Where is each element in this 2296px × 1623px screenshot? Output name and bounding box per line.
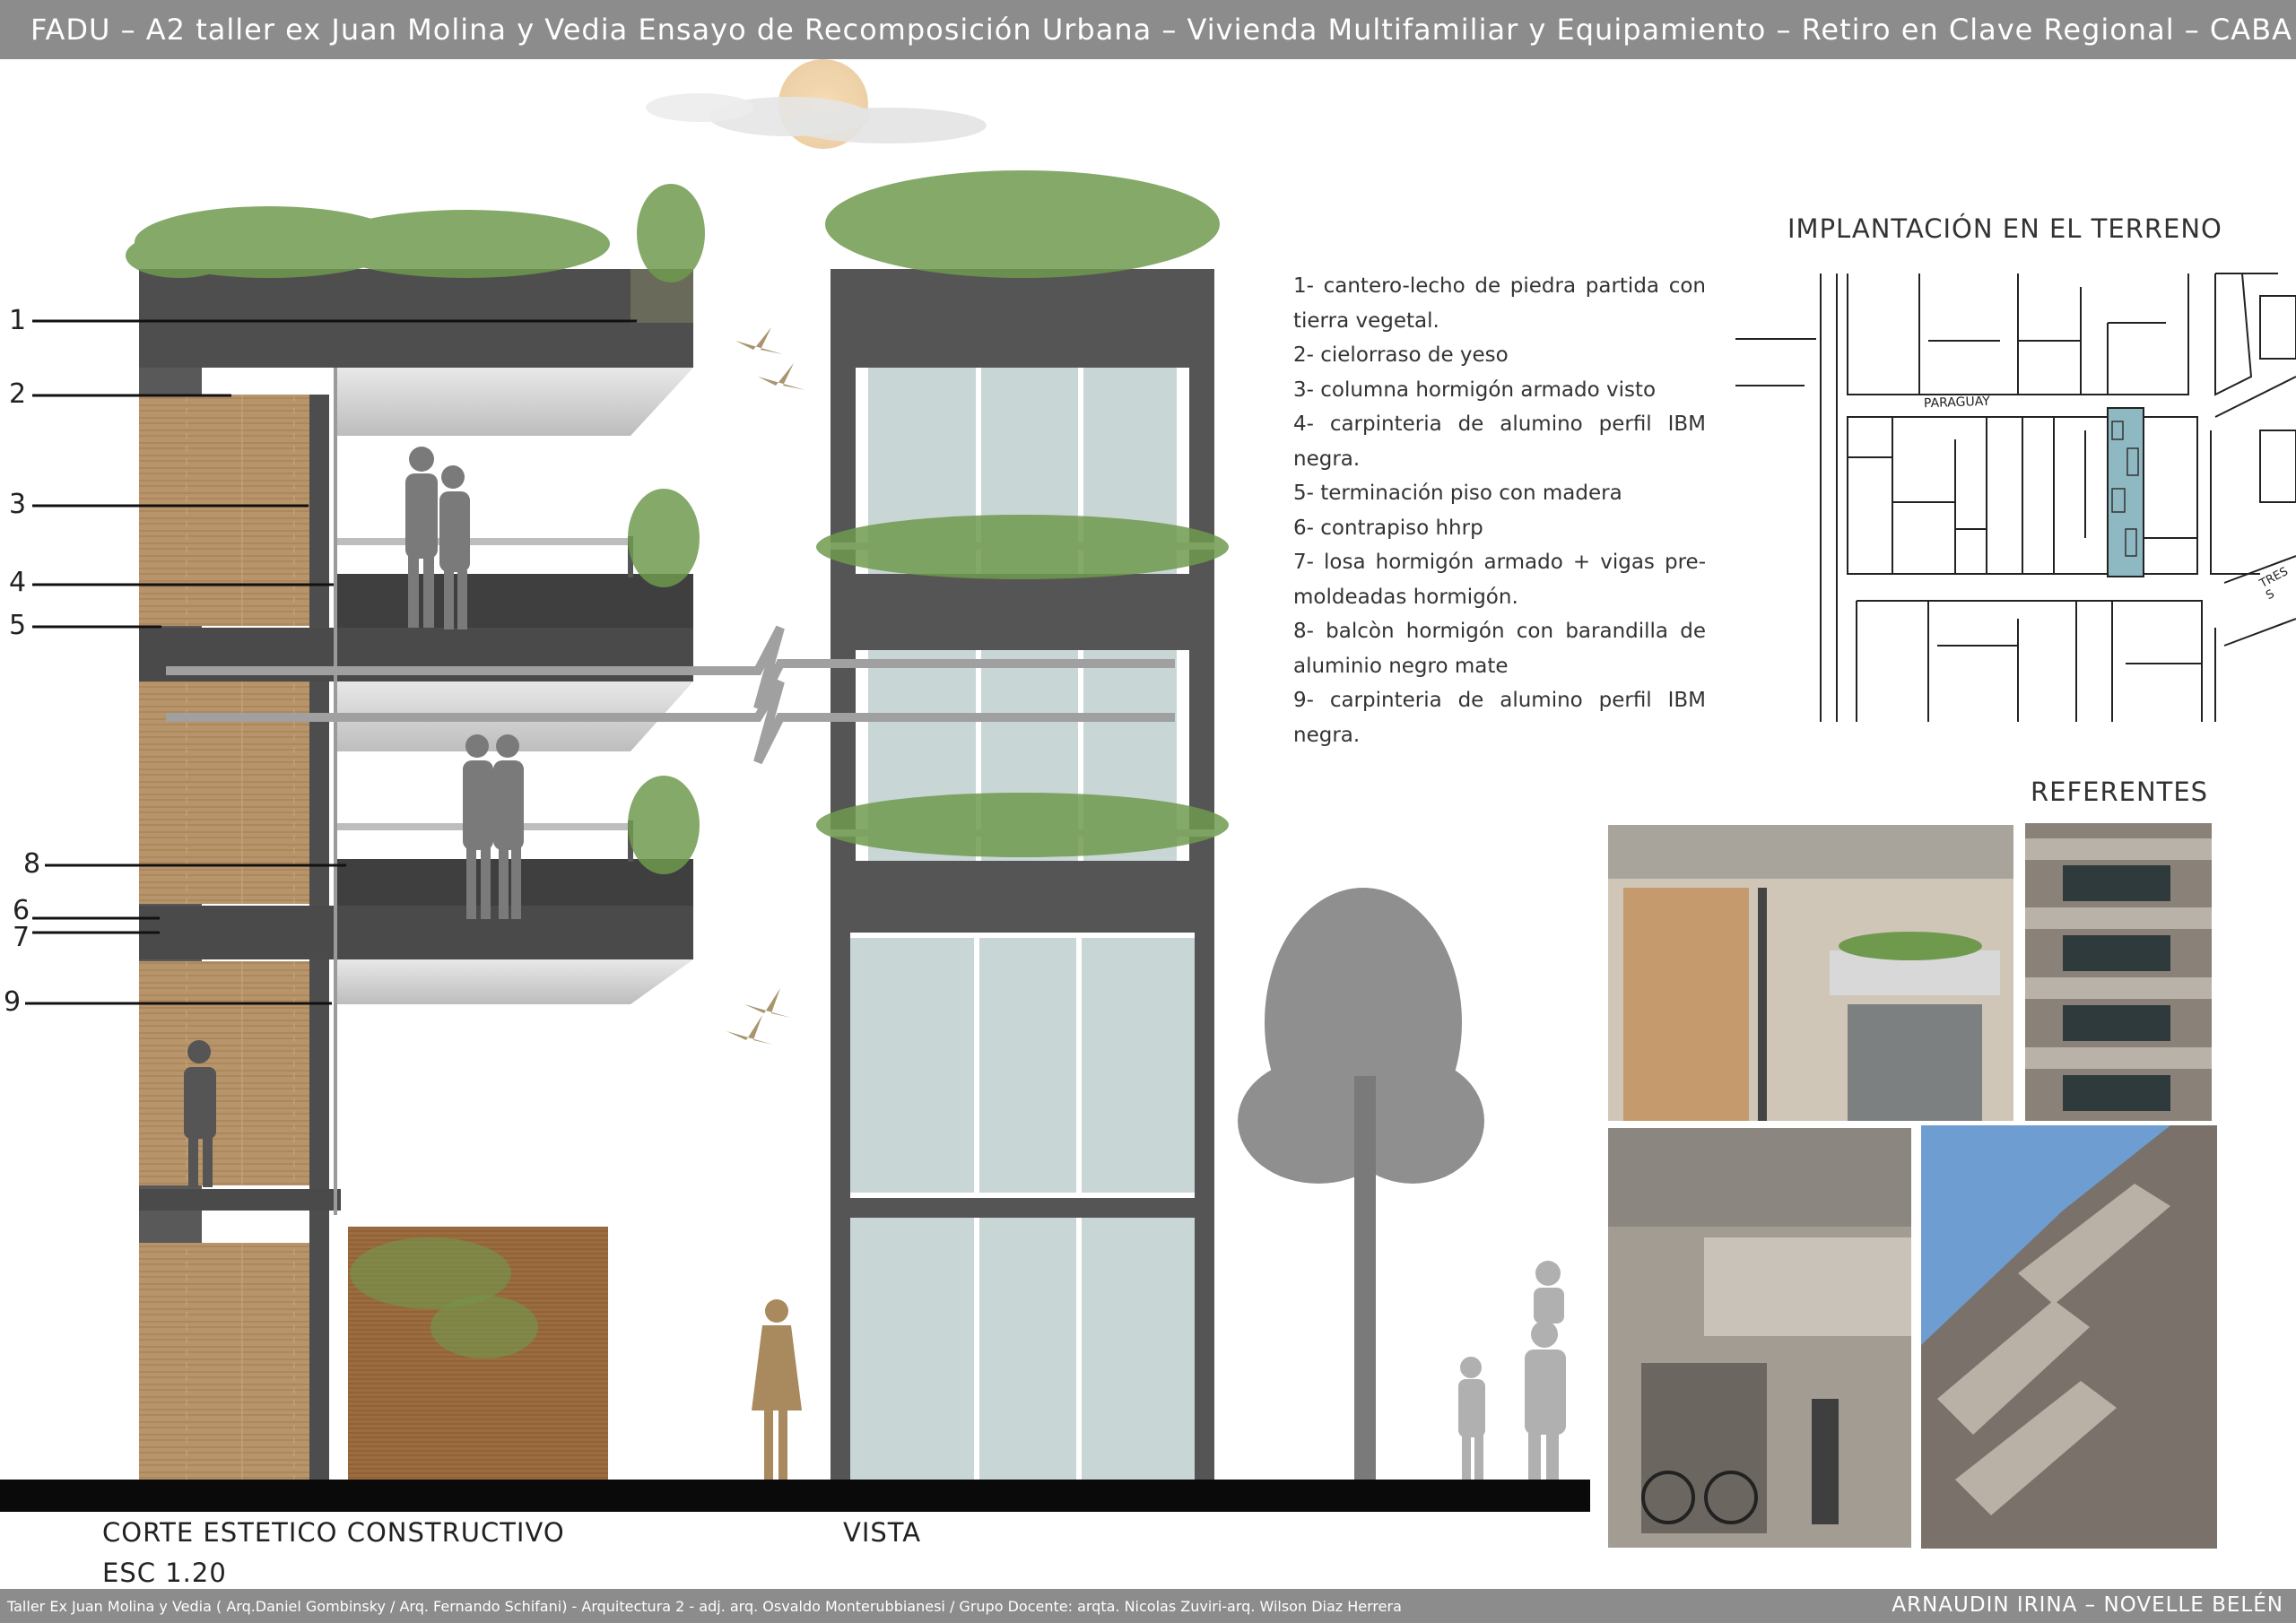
credits-text: Taller Ex Juan Molina y Vedia ( Arq.Dani… [7, 1598, 1402, 1615]
references-title: REFERENTES [2031, 777, 2209, 807]
site-plan-title: IMPLANTACIÓN EN EL TERRENO [1787, 213, 2222, 244]
architectural-drawing [0, 59, 2296, 1549]
tree-silhouette [1238, 888, 1484, 1480]
construction-legend: 1- cantero-lecho de piedra partida con t… [1293, 269, 1706, 752]
reference-photo-3 [1608, 1128, 1911, 1548]
site-plan-map [1735, 273, 2296, 722]
reference-photo-2 [2025, 823, 2212, 1121]
elevation-building [831, 269, 1214, 1480]
header-bar: FADU – A2 taller ex Juan Molina y Vedia … [0, 0, 2296, 59]
legend-item: 9- carpinteria de alumino perfil IBM neg… [1293, 689, 1706, 747]
callout-7: 7 [13, 922, 30, 953]
legend-item: 5- terminación piso con madera [1293, 482, 1622, 505]
legend-item: 2- cielorraso de yeso [1293, 343, 1509, 367]
reference-photo-4 [1921, 1125, 2217, 1549]
sun-cloud-decoration [646, 59, 987, 149]
callout-2: 2 [9, 378, 27, 410]
legend-item: 6- contrapiso hhrp [1293, 516, 1483, 540]
section-scale: ESC 1.20 [102, 1558, 227, 1588]
woman-silhouette [752, 1299, 802, 1480]
reference-photo-1 [1608, 825, 2013, 1121]
legend-item: 3- columna hormigón armado visto [1293, 378, 1657, 402]
street-label-paraguay: PARAGUAY [1923, 394, 1991, 412]
callout-8: 8 [23, 848, 41, 880]
section-caption: CORTE ESTETICO CONSTRUCTIVO [102, 1517, 565, 1548]
callout-9: 9 [4, 986, 22, 1018]
legend-item: 1- cantero-lecho de piedra partida con t… [1293, 274, 1706, 333]
legend-item: 4- carpinteria de alumino perfil IBM neg… [1293, 412, 1706, 471]
callout-3: 3 [9, 489, 27, 520]
authors-text: ARNAUDIN IRINA – NOVELLE BELÉN [1892, 1593, 2283, 1617]
callout-1: 1 [9, 305, 27, 336]
ground-line [0, 1480, 1590, 1512]
elevation-caption: VISTA [843, 1517, 922, 1548]
callout-4: 4 [9, 567, 27, 598]
footer-bar: Taller Ex Juan Molina y Vedia ( Arq.Dani… [0, 1589, 2296, 1623]
family-silhouettes [1458, 1261, 1566, 1480]
legend-item: 8- balcòn hormigón con barandilla de alu… [1293, 620, 1706, 678]
callout-5: 5 [9, 610, 27, 641]
legend-item: 7- losa hormigón armado + vigas pre-mold… [1293, 551, 1706, 609]
board-title: FADU – A2 taller ex Juan Molina y Vedia … [30, 13, 2292, 47]
